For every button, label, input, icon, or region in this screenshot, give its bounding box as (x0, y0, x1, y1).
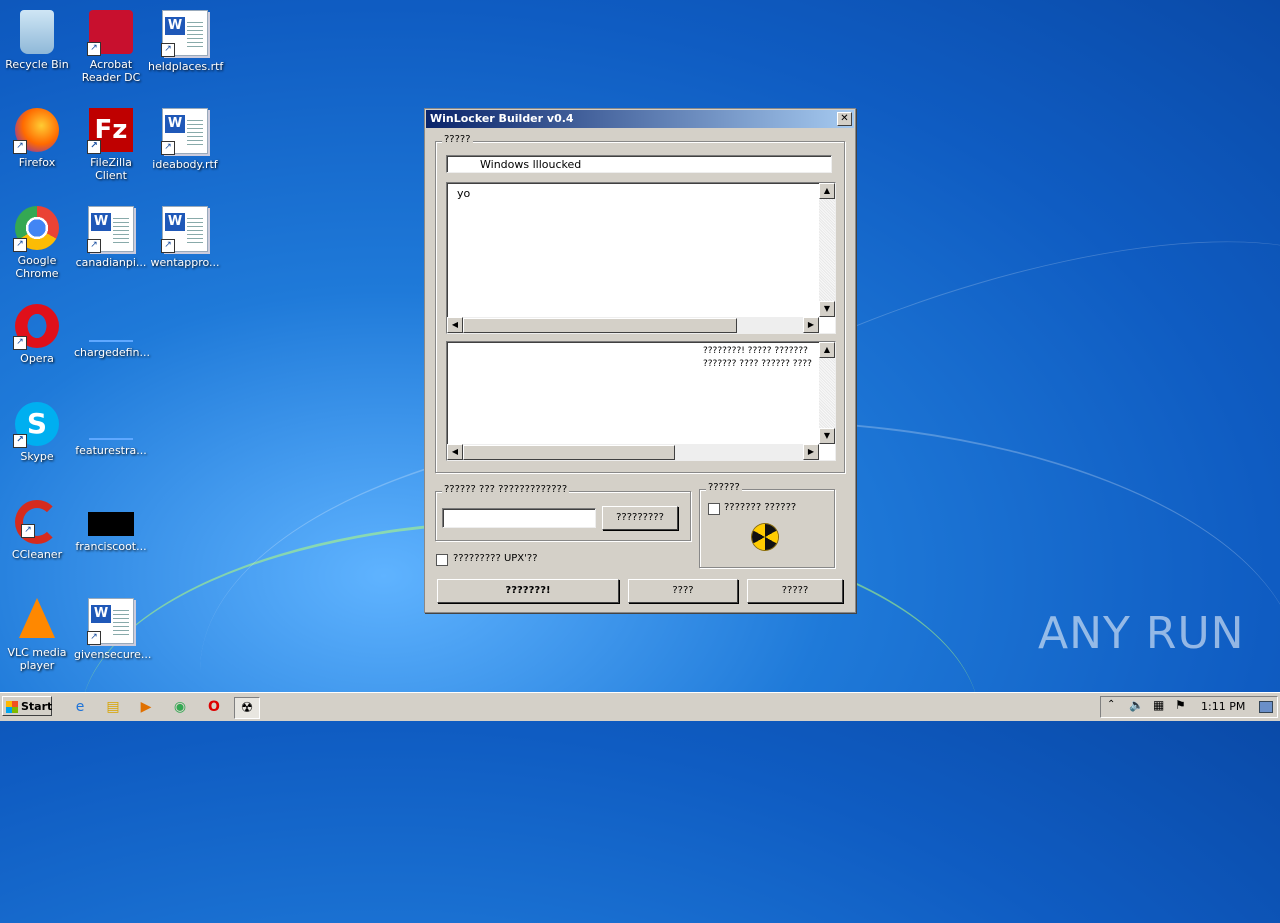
vlc-icon (19, 598, 55, 638)
winlocker-taskbar-button[interactable]: ☢ (234, 697, 260, 719)
firefox-icon: ↗ (13, 108, 59, 154)
desktop-icon-filezilla[interactable]: Fz ↗ FileZilla Client (74, 104, 148, 182)
scroll-up-icon[interactable]: ▲ (819, 342, 835, 358)
anyrun-watermark: ANY RUN (1038, 608, 1245, 659)
folder-icon[interactable]: ▤ (101, 697, 125, 717)
show-desktop-icon[interactable] (1259, 701, 1273, 713)
desktop-icon-chargedefin[interactable]: chargedefin... (74, 300, 150, 359)
chrome-taskbar-icon[interactable]: ◉ (168, 697, 192, 717)
action-button-3[interactable]: ????? (747, 579, 843, 603)
radiation-icon (752, 524, 778, 550)
file-icon (88, 512, 134, 536)
window-titlebar[interactable]: WinLocker Builder v0.4 ✕ (426, 110, 854, 128)
volume-icon[interactable]: 🔈 (1129, 698, 1144, 712)
desktop-icon-opera[interactable]: ↗ Opera (0, 300, 74, 365)
options-checkbox-label: ??????? ?????? (724, 502, 797, 513)
scroll-down-icon[interactable]: ▼ (819, 428, 835, 444)
desktop-icon-recycle-bin[interactable]: Recycle Bin (0, 6, 74, 71)
scroll-right-icon[interactable]: ▶ (803, 317, 819, 333)
message-textarea[interactable]: yo ▲ ▼ ◀ ▶ (446, 182, 836, 334)
options-group-label: ?????? (706, 482, 742, 493)
desktop-icon-franciscoot[interactable]: franciscoot... (74, 496, 148, 553)
scroll-thumb[interactable] (463, 445, 675, 460)
clock[interactable]: 1:11 PM (1201, 700, 1245, 713)
system-tray: ⌃ 🔈 ▦ ⚑ 1:11 PM (1100, 696, 1278, 718)
desktop-icon-acrobat[interactable]: ↗ Acrobat Reader DC (74, 6, 148, 84)
title-input[interactable]: Windows llloucked (446, 155, 832, 173)
show-hidden-icons-icon[interactable]: ⌃ (1107, 699, 1115, 710)
close-icon[interactable]: ✕ (837, 112, 852, 126)
media-player-icon[interactable]: ▶ (134, 697, 158, 717)
internet-explorer-icon[interactable]: e (68, 697, 92, 717)
desktop-icon-featurestra[interactable]: featurestra... (74, 398, 148, 457)
main-group-label: ????? (442, 134, 473, 145)
code-group: ?????? ??? ????????????? ????????? (435, 484, 691, 541)
network-icon[interactable]: ▦ (1153, 698, 1164, 712)
window-title: WinLocker Builder v0.4 (430, 112, 574, 125)
action-button-2[interactable]: ???? (628, 579, 738, 603)
start-button[interactable]: Start (2, 696, 52, 716)
word-document-icon: ↗ (87, 206, 134, 253)
desktop-icon-ideabody[interactable]: ↗ ideabody.rtf (148, 104, 222, 171)
word-document-icon: ↗ (161, 108, 208, 155)
horizontal-scrollbar[interactable]: ◀ ▶ (447, 444, 819, 460)
opera-icon: ↗ (13, 304, 59, 350)
scroll-right-icon[interactable]: ▶ (803, 444, 819, 460)
scroll-down-icon[interactable]: ▼ (819, 301, 835, 317)
file-icon (89, 330, 133, 342)
vertical-scrollbar[interactable]: ▲ ▼ (819, 183, 835, 317)
message-text: yo (457, 187, 471, 200)
filezilla-icon: Fz ↗ (87, 108, 133, 154)
preview-text: ????????! ????? ??????? ??????? ???? ???… (703, 346, 812, 369)
build-button[interactable]: ???????! (437, 579, 619, 603)
vertical-scrollbar[interactable]: ▲ ▼ (819, 342, 835, 444)
desktop-icon-canadianpi[interactable]: ↗ canadianpi... (74, 202, 148, 269)
generate-button[interactable]: ????????? (602, 506, 678, 530)
code-input[interactable] (442, 508, 596, 528)
chrome-icon: ↗ (13, 206, 59, 252)
skype-icon: S ↗ (13, 402, 59, 448)
horizontal-scrollbar[interactable]: ◀ ▶ (447, 317, 819, 333)
taskbar: Start e ▤ ▶ ◉ O ☢ ⌃ 🔈 ▦ ⚑ 1:11 PM (0, 692, 1280, 721)
main-group: ????? Windows llloucked yo ▲ ▼ ◀ ▶ ?????… (435, 134, 845, 473)
recycle-bin-icon (20, 10, 54, 54)
word-document-icon: ↗ (161, 10, 208, 57)
options-checkbox[interactable] (708, 503, 720, 515)
preview-textarea[interactable]: ????????! ????? ??????? ??????? ???? ???… (446, 341, 836, 461)
scroll-left-icon[interactable]: ◀ (447, 444, 463, 460)
ccleaner-icon: ↗ (15, 500, 59, 544)
acrobat-icon: ↗ (87, 10, 133, 56)
scroll-left-icon[interactable]: ◀ (447, 317, 463, 333)
desktop-icon-chrome[interactable]: ↗ Google Chrome (0, 202, 74, 280)
scroll-up-icon[interactable]: ▲ (819, 183, 835, 199)
word-document-icon: ↗ (87, 598, 134, 645)
desktop-icon-wentappro[interactable]: ↗ wentappro... (148, 202, 222, 269)
upx-checkbox[interactable] (436, 554, 448, 566)
code-group-label: ?????? ??? ????????????? (442, 484, 570, 495)
desktop-icon-heldplaces[interactable]: ↗ heldplaces.rtf (148, 6, 223, 73)
options-group: ?????? ??????? ?????? (699, 482, 835, 568)
desktop-icon-ccleaner[interactable]: ↗ CCleaner (0, 496, 74, 561)
desktop-icon-firefox[interactable]: ↗ Firefox (0, 104, 74, 169)
opera-taskbar-icon[interactable]: O (202, 697, 226, 717)
winlocker-builder-window[interactable]: WinLocker Builder v0.4 ✕ ????? Windows l… (424, 108, 856, 613)
desktop-icon-vlc[interactable]: VLC media player (0, 594, 74, 672)
upx-checkbox-label: ????????? UPX'?? (453, 553, 538, 564)
scroll-thumb[interactable] (463, 318, 737, 333)
action-center-flag-icon[interactable]: ⚑ (1175, 698, 1186, 712)
desktop-icon-skype[interactable]: S ↗ Skype (0, 398, 74, 463)
desktop-icon-givensecure[interactable]: ↗ givensecure... (74, 594, 151, 661)
word-document-icon: ↗ (161, 206, 208, 253)
file-icon (89, 428, 133, 440)
